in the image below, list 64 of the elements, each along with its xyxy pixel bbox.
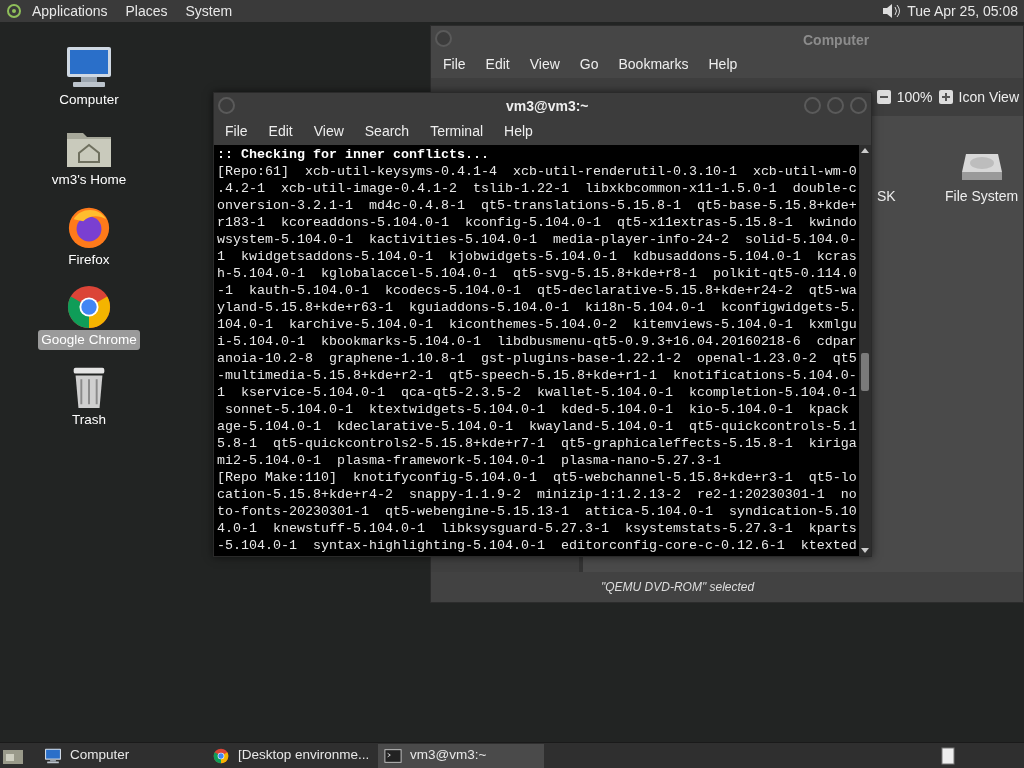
distro-logo-icon: [6, 3, 22, 19]
terminal-line: -1 kauth-5.104.0-1 kcodecs-5.104.0-1 qt5-declarative-5.15.8+kde+r24-2 qt5-wa: [217, 282, 858, 299]
terminal-line: 104.0-1 karchive-5.104.0-1 kiconthemes-5.104.0-2 kitemviews-5.104.0-1 kxmlgu: [217, 316, 858, 333]
taskbar-button[interactable]: [Desktop environme...: [206, 743, 370, 768]
terminal-line: 4.0-1 knewstuff-5.104.0-1 libksysguard-5.27.3-1 ksystemstats-5.27.3-1 kparts: [217, 520, 858, 537]
terminal-line: i-5.104.0-1 kbookmarks-5.104.0-1 libdbusmenu-qt5-0.9.3+16.04.20160218-6 cdpar: [217, 333, 858, 350]
terminal-line: 1 kwidgetsaddons-5.104.0-1 kjobwidgets-5.104.0-1 kdbusaddons-5.104.0-1 kcras: [217, 248, 858, 265]
panel-menu[interactable]: Places: [125, 0, 168, 22]
desktop-icon-label[interactable]: Firefox: [65, 250, 113, 271]
terminal-line: age-5.104.0-1 kdeclarative-5.104.0-1 kwayland-5.104.0-1 qt5-quickcontrols-5.1: [217, 418, 858, 435]
desktop-icon-label[interactable]: Trash: [69, 410, 109, 431]
view-mode-selector[interactable]: Icon View: [958, 86, 1019, 108]
terminal-line: 1 kservice-5.104.0-1 qca-qt5-2.3.5-2 kwallet-5.104.0-1 kcompletion-5.104.0-1: [217, 384, 858, 401]
terminal-line: 5.8-1 qt5-quickcontrols2-5.15.8+kde+r7-1 qt5-graphicaleffects-5.15.8-1 kiriga: [217, 435, 858, 452]
chrome-icon: [212, 747, 230, 764]
file-item-label[interactable]: File System: [945, 186, 1019, 207]
clock[interactable]: Tue Apr 25, 05:08: [907, 0, 1018, 22]
terminal-line: :: Checking for inner conflicts...: [217, 146, 490, 163]
menu-item[interactable]: Terminal: [430, 120, 484, 142]
terminal-line: .4.2-1 xcb-util-image-0.4.1-2 tslib-1.22-1 libxkbcommon-x11-1.5.0-1 double-c: [217, 180, 858, 197]
terminal-line: -5.104.0-1 syntax-highlighting-5.104.0-1 editorconfig-core-c-0.12.6-1 ktexted: [217, 537, 858, 554]
file-item-label[interactable]: SK: [877, 186, 896, 207]
terminal-line: cation-5.15.8+kde+r4-2 snappy-1.1.9-2 minizip-1:1.2.13-2 re2-1:20230301-1 no: [217, 486, 858, 503]
menu-item[interactable]: Help: [708, 53, 738, 75]
menu-item[interactable]: File: [443, 53, 466, 75]
menu-item[interactable]: Help: [504, 120, 533, 142]
terminal-line: -multimedia-5.15.8+kde+r2-1 qt5-speech-5.15.8+kde+r1-1 knotifications-5.104.0-: [217, 367, 858, 384]
terminal-line: mi2-5.104.0-1 plasma-framework-5.104.0-1 plasma-nano-5.27.3-1: [217, 452, 722, 469]
terminal-line: yland-5.15.8+kde+r63-1 kguiaddons-5.104.0-1 ki18n-5.104.0-1 kconfigwidgets-5.: [217, 299, 858, 316]
terminal-line: [Repo:61] xcb-util-keysyms-0.4.1-4 xcb-util-renderutil-0.3.10-1 xcb-util-wm-0: [217, 163, 858, 180]
menu-item[interactable]: File: [225, 120, 248, 142]
window-title: vm3@vm3:~: [506, 97, 589, 116]
zoom-level: 100%: [896, 87, 933, 107]
terminal-line: [Repo Make:110] knotifyconfig-5.104.0-1 qt5-webchannel-5.15.8+kde+r3-1 qt5-lo: [217, 469, 858, 486]
computer-icon: [44, 747, 62, 764]
terminal-line: anoia-10.2-8 graphene-1.10.8-1 gst-plugins-base-1.22.1-2 openal-1.23.0-2 qt5: [217, 350, 858, 367]
computer-icon: [65, 44, 113, 90]
terminal-line: h-5.104.0-1 kglobalaccel-5.104.0-1 qt5-svg-5.15.8+kde+r8-1 polkit-qt5-0.114.0: [217, 265, 858, 282]
panel-menu[interactable]: Applications: [32, 0, 108, 22]
terminal-line: onversion-3.2.1-1 md4c-0.4.8-1 qt5-translations-5.15.8-1 qt5-base-5.15.8+kde+: [217, 197, 858, 214]
taskbar-button[interactable]: vm3@vm3:~: [378, 743, 544, 768]
zoom-in-button[interactable]: [938, 90, 953, 104]
menu-item[interactable]: Bookmarks: [618, 53, 689, 75]
zoom-out-button[interactable]: [876, 90, 891, 104]
window-title: Computer: [803, 31, 870, 50]
terminal-line: r183-1 kcoreaddons-5.104.0-1 kconfig-5.104.0-1 qt5-x11extras-5.15.8-1 kwindo: [217, 214, 858, 231]
menu-item[interactable]: View: [313, 120, 344, 142]
panel-menu[interactable]: System: [185, 0, 233, 22]
terminal-line: sonnet-5.104.0-1 ktextwidgets-5.104.0-1 kded-5.104.0-1 kio-5.104.0-1 kpack: [224, 401, 850, 418]
menu-item[interactable]: View: [529, 53, 560, 75]
scrollbar[interactable]: [859, 145, 871, 556]
status-text: "QEMU DVD-ROM" selected: [601, 579, 755, 596]
chrome-icon: [65, 284, 113, 330]
terminal-line: to-fonts-20230301-1 qt5-webengine-5.15.13-1 attica-5.104.0-1 syndication-5.10: [217, 503, 858, 520]
terminal-icon: [384, 747, 402, 764]
menu-item[interactable]: Go: [579, 53, 599, 75]
menu-item[interactable]: Edit: [485, 53, 510, 75]
terminal-line: wsystem-5.104.0-1 kactivities-5.104.0-1 media-player-info-24-2 solid-5.104.0-: [217, 231, 858, 248]
volume-icon[interactable]: [881, 2, 902, 20]
menu-item[interactable]: Search: [364, 120, 410, 142]
menu-item[interactable]: Edit: [268, 120, 293, 142]
desktop-icon-label[interactable]: vm3's Home: [48, 170, 130, 191]
desktop-icon-label[interactable]: Computer: [56, 90, 122, 111]
taskbar-button[interactable]: Computer: [38, 743, 198, 768]
